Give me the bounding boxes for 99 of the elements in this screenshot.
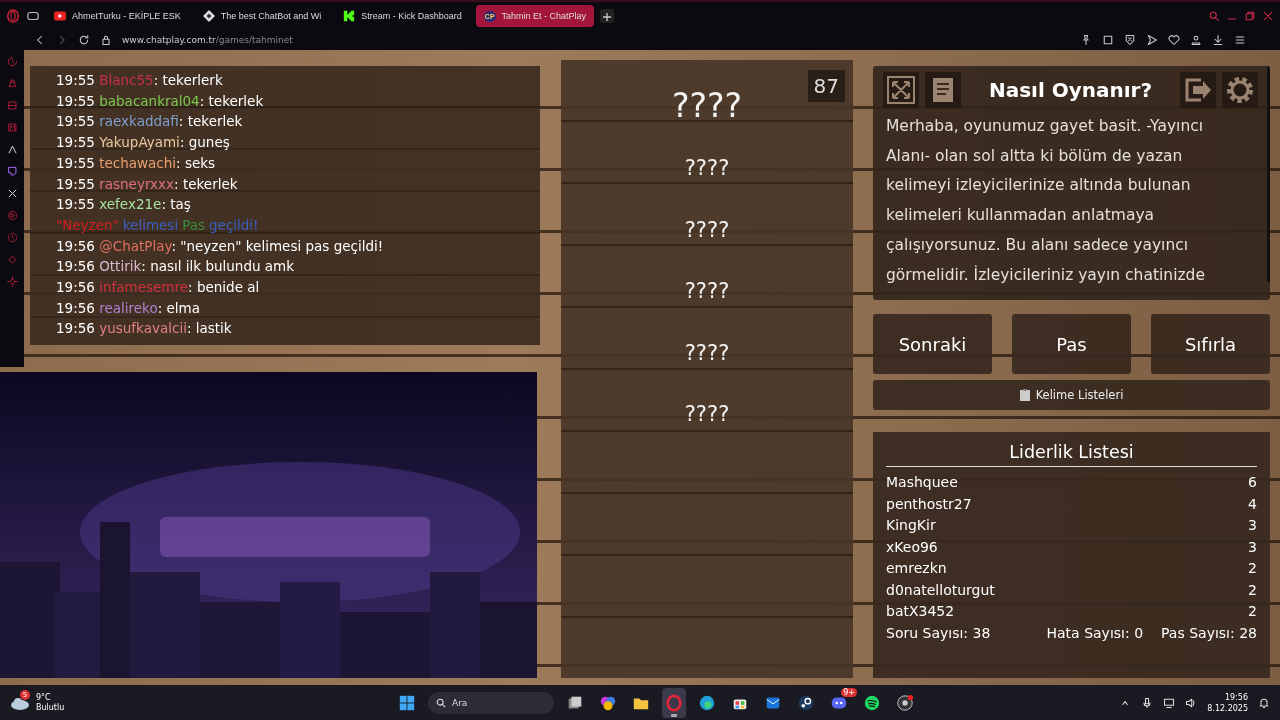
- search-field[interactable]: Ara: [428, 691, 554, 714]
- hidden-word: ????: [671, 86, 743, 127]
- game-button[interactable]: Sıfırla: [1151, 314, 1270, 374]
- chat-message: 19:56 Ottirik: nasıl ilk bulundu amk: [56, 257, 296, 277]
- exit-button[interactable]: [1180, 72, 1216, 108]
- leaderboard-title: Liderlik Listesi: [886, 442, 1257, 467]
- player-score: 3: [1248, 537, 1257, 557]
- profile-icon[interactable]: [1190, 34, 1202, 46]
- player-name: KingKir: [886, 516, 936, 535]
- search-icon: [436, 697, 446, 708]
- k-icon: [343, 10, 356, 22]
- reload-icon[interactable]: [78, 34, 90, 46]
- expand-icon: [886, 75, 916, 105]
- windows-stack-icon: [568, 696, 582, 708]
- chat-message: 19:56 yusufkavalcii: lastik: [56, 319, 233, 339]
- chat-message: 19:55 YakupAyami: guneş: [56, 133, 231, 153]
- stat-text: Soru Sayısı: 38: [886, 624, 991, 641]
- browser-tab[interactable]: AhmetTurku - EKİPLE ESK: [46, 5, 189, 27]
- history-icon[interactable]: [6, 56, 18, 67]
- record-icon: [897, 694, 914, 711]
- send-icon[interactable]: [1146, 34, 1158, 46]
- bag-icon: [733, 698, 747, 709]
- browser-tab[interactable]: Stream - Kick Dashboard: [335, 5, 470, 27]
- app-tiles-icon: [600, 696, 616, 710]
- player-score: 2: [1248, 602, 1257, 621]
- folder-icon: [633, 698, 649, 709]
- search-icon[interactable]: [1208, 10, 1220, 22]
- snapshot-icon[interactable]: [1102, 34, 1114, 46]
- new-tab-button[interactable]: [600, 9, 615, 23]
- notes-button[interactable]: [925, 72, 961, 108]
- chat-message: 19:56 @ChatPlay: "neyzen" kelimesi pas geçildi!: [56, 236, 385, 256]
- shield-icon[interactable]: [1124, 34, 1136, 46]
- restore-icon[interactable]: [1244, 10, 1256, 22]
- mail-icon: [766, 697, 780, 708]
- notification-badge: 9+: [841, 687, 857, 697]
- instructions-text: Merhaba, oyunumuz gayet basit. -Yayıncı Alanı- olan sol altta ki bölüm de yazan kelimeyi izleyicilerinize altında bulunan kelimeleri kullanmadan anlatmaya çalışıyorsunuz. Bu alanı sadece yayıncı görmelidir. İzleyicileriniz yayın chatinizde: [886, 116, 1206, 286]
- x-icon[interactable]: [6, 188, 18, 199]
- clock-time: 19:56: [1224, 691, 1248, 703]
- clock-icon[interactable]: [6, 232, 18, 243]
- temperature-text: 9°C: [36, 692, 52, 703]
- word-lists-button[interactable]: Kelime Listeleri: [873, 380, 1270, 410]
- player-name: emrezkn: [886, 559, 947, 578]
- arrow-up-icon[interactable]: [6, 144, 18, 155]
- close-icon[interactable]: [1262, 10, 1274, 22]
- address-field[interactable]: www.chatplay.com.tr/games/tahminet: [122, 35, 293, 45]
- hidden-word: ????: [684, 217, 730, 244]
- player-name: xKeo96: [886, 537, 938, 557]
- gamepad-icon[interactable]: [26, 9, 40, 23]
- microphone-icon[interactable]: [1141, 696, 1154, 709]
- monitor-icon[interactable]: [1163, 696, 1176, 709]
- controller-icon: [831, 697, 847, 708]
- player-score: 2: [1248, 559, 1257, 578]
- chat-message: 19:55 xefex21e: taş: [56, 195, 192, 215]
- bell-icon[interactable]: [1258, 696, 1270, 709]
- menu-icon[interactable]: [1234, 34, 1246, 46]
- play-icon: [54, 10, 66, 22]
- lock-icon[interactable]: [100, 34, 112, 46]
- cloud-icon[interactable]: [10, 695, 30, 710]
- browser-logo-icon[interactable]: [6, 9, 20, 23]
- panel-title: Nasıl Oynanır?: [987, 78, 1154, 102]
- hidden-word: ????: [684, 402, 730, 428]
- chat-message: 19:55 raexkaddafi: tekerlek: [56, 112, 244, 132]
- chat-message: 19:55 Blanc55: tekerlerk: [56, 71, 224, 90]
- chat-message: 19:56 realireko: elma: [56, 298, 202, 318]
- settings-button[interactable]: [1222, 72, 1258, 108]
- game-button[interactable]: Sonraki: [873, 314, 992, 374]
- windows-icon: [399, 695, 415, 710]
- weather-text: Bulutlu: [36, 702, 65, 713]
- diamond-icon: [202, 10, 215, 22]
- chat-message: 19:55 rasneyrxxx: tekerlek: [56, 174, 239, 194]
- hidden-word: ????: [684, 156, 730, 182]
- stat-text: Pas Sayısı: 28: [1161, 624, 1257, 641]
- clipboard-icon: [1019, 389, 1030, 401]
- fullscreen-button[interactable]: [883, 72, 919, 108]
- heart-icon[interactable]: [1168, 34, 1180, 46]
- game-button[interactable]: Pas: [1012, 314, 1131, 374]
- mail-icon[interactable]: [6, 122, 18, 133]
- stat-text: Hata Sayısı: 0: [1046, 624, 1144, 641]
- panel-icon[interactable]: [6, 100, 18, 111]
- clock-date: 8.12.2025: [1207, 702, 1248, 714]
- hidden-word: ????: [684, 279, 730, 305]
- system-message: "Neyzen" kelimesi Pas geçildi!: [56, 215, 260, 235]
- download-icon[interactable]: [1212, 34, 1224, 46]
- player-name: d0natelloturgut: [886, 580, 995, 600]
- player-score: 6: [1248, 473, 1257, 492]
- browser-tab[interactable]: The best ChatBot and Wi: [194, 5, 330, 27]
- browser-ring-icon: [666, 693, 682, 712]
- player-score: 4: [1248, 494, 1257, 514]
- player-name: penthostr27: [886, 494, 972, 514]
- player-name: Mashquee: [886, 473, 958, 492]
- player-name: batX3452: [886, 602, 955, 621]
- player-score: 2: [1248, 580, 1257, 600]
- word-counter: 87: [807, 70, 845, 102]
- player-score: 3: [1248, 516, 1257, 535]
- hidden-word: ????: [684, 340, 730, 367]
- chat-message: 19:56 infamesemre: benide al: [56, 278, 261, 298]
- chat-message: 19:55 babacankral04: tekerlek: [56, 91, 265, 111]
- pin-icon[interactable]: [1080, 34, 1092, 46]
- chat-message: 19:55 techawachi: seks: [56, 153, 217, 173]
